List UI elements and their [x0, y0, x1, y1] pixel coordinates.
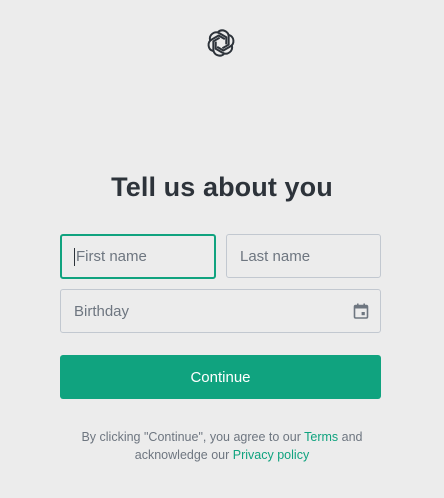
legal-notice: By clicking "Continue", you agree to our… [0, 428, 444, 464]
legal-text-before-terms: By clicking "Continue", you agree to our [81, 430, 301, 444]
page-title: Tell us about you [111, 172, 333, 202]
first-name-input[interactable] [76, 248, 214, 265]
continue-button[interactable]: Continue [60, 355, 381, 399]
privacy-policy-link[interactable]: Privacy policy [233, 448, 309, 462]
birthday-field[interactable] [60, 289, 381, 333]
calendar-icon[interactable] [352, 302, 370, 320]
openai-logo-icon [204, 26, 238, 60]
last-name-input[interactable] [240, 247, 380, 265]
terms-link[interactable]: Terms [304, 430, 338, 444]
first-name-field[interactable] [60, 234, 216, 279]
last-name-field[interactable] [226, 234, 381, 278]
legal-text-acknowledge: acknowledge our [134, 448, 230, 462]
legal-text-and: and [341, 430, 363, 444]
birthday-input[interactable] [74, 302, 380, 320]
text-cursor [74, 247, 75, 266]
